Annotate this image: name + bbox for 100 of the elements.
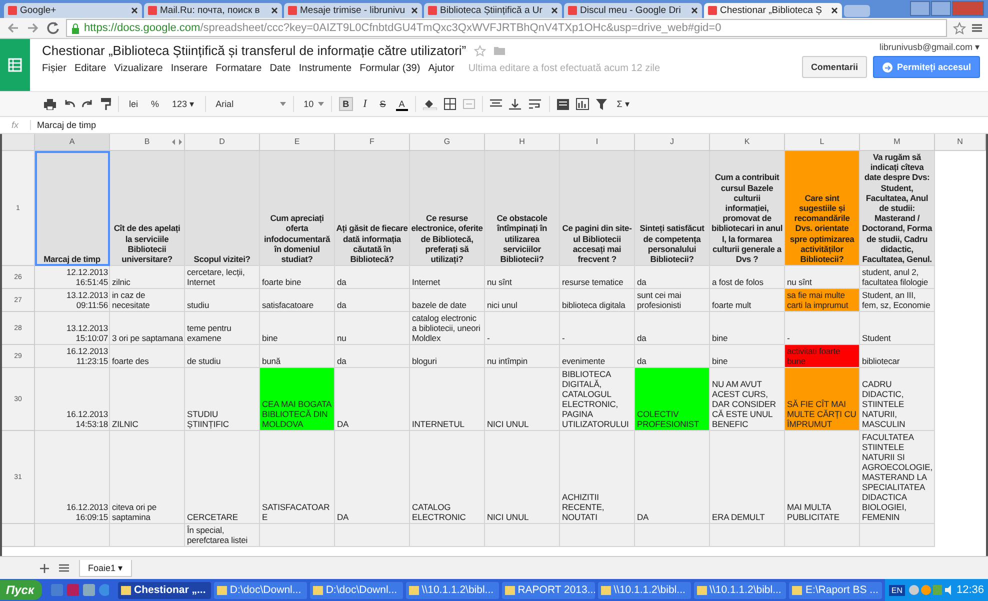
quick-launch-icons[interactable] xyxy=(51,583,109,597)
borders-icon[interactable] xyxy=(444,98,456,110)
comments-button[interactable]: Comentarii xyxy=(802,56,867,78)
menu-icon[interactable] xyxy=(972,23,982,33)
menu-item[interactable]: Formatare xyxy=(216,63,262,74)
taskbar-button[interactable]: E:\Raport BS ... xyxy=(789,582,882,598)
functions-button[interactable]: Σ ▾ xyxy=(614,98,633,110)
site-icon xyxy=(148,6,157,15)
bold-button[interactable]: B xyxy=(338,97,354,111)
column-header[interactable]: B xyxy=(110,134,185,151)
menu-item[interactable]: Ajutor xyxy=(428,63,454,74)
menu-item[interactable]: Vizualizare xyxy=(114,63,163,74)
table-cell: SĂ FIE CÎT MAI MULTE CĂRȚI CU ÎMPRUMUT xyxy=(785,368,860,432)
font-size-dropdown[interactable]: 10 xyxy=(300,98,317,110)
column-header[interactable]: D xyxy=(185,134,260,151)
header-cell: Ce obstacole întîmpinați în utilizarea serviciilor Bibliotecii? xyxy=(485,151,560,266)
column-header[interactable]: J xyxy=(635,134,710,151)
back-icon[interactable] xyxy=(6,22,20,34)
taskbar-button[interactable]: \\10.1.1.2\bibl... xyxy=(598,582,691,598)
header-cell: Ați găsit de fiecare dată informația căutată în Bibliotecă? xyxy=(335,151,410,266)
column-header[interactable]: F xyxy=(335,134,410,151)
document-title[interactable]: Chestionar „Biblioteca Științifică și transferul de informație către utilizatori” xyxy=(42,43,466,58)
column-header[interactable]: I xyxy=(560,134,635,151)
percent-format-button[interactable]: % xyxy=(148,98,162,110)
text-color-button[interactable]: A xyxy=(396,98,408,110)
column-header[interactable]: A xyxy=(35,134,110,151)
table-cell: zilnic xyxy=(110,266,185,290)
table-cell: satisfacatoare xyxy=(260,289,335,312)
close-icon[interactable] xyxy=(691,7,698,14)
hidden-column-arrows-icon[interactable] xyxy=(172,139,182,145)
merge-cells-icon[interactable] xyxy=(462,99,475,109)
star-icon[interactable] xyxy=(474,44,486,56)
taskbar-button[interactable]: Chestionar „... xyxy=(118,582,211,598)
column-header[interactable]: E xyxy=(260,134,335,151)
undo-icon[interactable] xyxy=(63,99,75,109)
close-icon[interactable] xyxy=(131,7,138,14)
filter-icon[interactable] xyxy=(596,98,607,110)
close-icon[interactable] xyxy=(271,7,278,14)
spreadsheet-logo-icon[interactable] xyxy=(0,39,30,91)
tray-icons[interactable] xyxy=(908,584,952,596)
chart-icon[interactable] xyxy=(576,98,589,110)
browser-tab[interactable]: Chestionar „Biblioteca Ș xyxy=(704,3,842,18)
print-icon[interactable] xyxy=(44,98,56,110)
taskbar-button[interactable]: D:\doc\Downl... xyxy=(310,582,403,598)
font-dropdown[interactable]: Arial xyxy=(212,98,279,110)
table-cell: - xyxy=(785,312,860,346)
close-icon[interactable] xyxy=(831,7,838,14)
table-cell: Student xyxy=(860,312,935,346)
column-header[interactable]: K xyxy=(710,134,785,151)
table-cell: În special, perefctarea listei xyxy=(185,524,260,548)
column-header[interactable]: L xyxy=(785,134,860,151)
add-sheet-icon[interactable] xyxy=(40,564,49,572)
menu-item[interactable]: Formular (39) xyxy=(360,63,420,74)
vertical-align-icon[interactable] xyxy=(508,98,521,110)
strikethrough-button[interactable]: S xyxy=(376,98,389,110)
address-bar[interactable]: https://docs.google.com/spreadsheet/ccc?key=0AIZT9L0CfnbtdGU4TmQxc3QxWVFJRTBhQnV4TXp1OHc&usp=drive_web#gid=0 xyxy=(66,19,947,37)
table-cell: foarte mult xyxy=(710,289,785,312)
taskbar-button[interactable]: \\10.1.1.2\bibl... xyxy=(694,582,786,598)
paint-format-icon[interactable] xyxy=(101,98,111,110)
sheet-tab[interactable]: Foaie1 ▾ xyxy=(79,560,132,576)
menu-item[interactable]: Fișier xyxy=(42,63,66,74)
formula-input[interactable]: Marcaj de timp xyxy=(31,120,96,130)
column-header[interactable]: G xyxy=(410,134,485,151)
redo-icon[interactable] xyxy=(82,99,94,109)
reload-icon[interactable] xyxy=(46,21,60,35)
comment-icon[interactable] xyxy=(556,98,569,110)
column-header[interactable]: H xyxy=(485,134,560,151)
star-icon[interactable] xyxy=(953,22,966,34)
currency-format-button[interactable]: lei xyxy=(126,98,142,110)
column-header[interactable]: N xyxy=(935,134,986,151)
menu-item[interactable]: Editare xyxy=(74,63,106,74)
browser-tab[interactable]: Biblioteca Științifică a Ur xyxy=(424,3,562,18)
italic-button[interactable]: I xyxy=(360,97,370,111)
wrap-text-icon[interactable] xyxy=(528,97,542,111)
taskbar-button[interactable]: \\10.1.1.2\bibl... xyxy=(406,582,499,598)
site-icon xyxy=(8,6,17,15)
close-icon[interactable] xyxy=(411,7,418,14)
folder-icon xyxy=(696,586,707,594)
table-cell: foarte des xyxy=(110,345,185,368)
menu-item[interactable]: Date xyxy=(270,63,291,74)
menu-item[interactable]: Inserare xyxy=(170,63,208,74)
forward-icon[interactable] xyxy=(26,22,40,34)
sheet-list-icon[interactable] xyxy=(59,564,69,572)
taskbar-button[interactable]: D:\doc\Downl... xyxy=(214,582,307,598)
header-cell: Cît de des apelați la serviciile Bibliotecii universitare? xyxy=(110,151,185,266)
fill-color-icon[interactable] xyxy=(422,98,437,110)
browser-tab[interactable]: Mail.Ru: почта, поиск в xyxy=(144,3,282,18)
close-icon[interactable] xyxy=(551,7,558,14)
table-cell: bine xyxy=(710,345,785,368)
align-icon[interactable] xyxy=(490,99,502,109)
column-header[interactable]: M xyxy=(860,134,935,151)
table-cell: ACHIZIΤII RECENTE, NOUTATI xyxy=(560,431,635,524)
table-cell: NICI UNUL xyxy=(485,368,560,432)
browser-tab[interactable]: Discul meu - Google Dri xyxy=(564,3,702,18)
number-format-button[interactable]: 123 ▾ xyxy=(169,98,198,110)
browser-tab[interactable]: Mesaje trimise - librunivu xyxy=(284,3,422,18)
menu-item[interactable]: Instrumente xyxy=(298,63,352,74)
account-email[interactable]: librunivusb@gmail.com ▾ xyxy=(879,42,980,52)
language-indicator[interactable]: EN xyxy=(889,584,904,596)
browser-tab[interactable]: Google+ xyxy=(4,3,142,18)
